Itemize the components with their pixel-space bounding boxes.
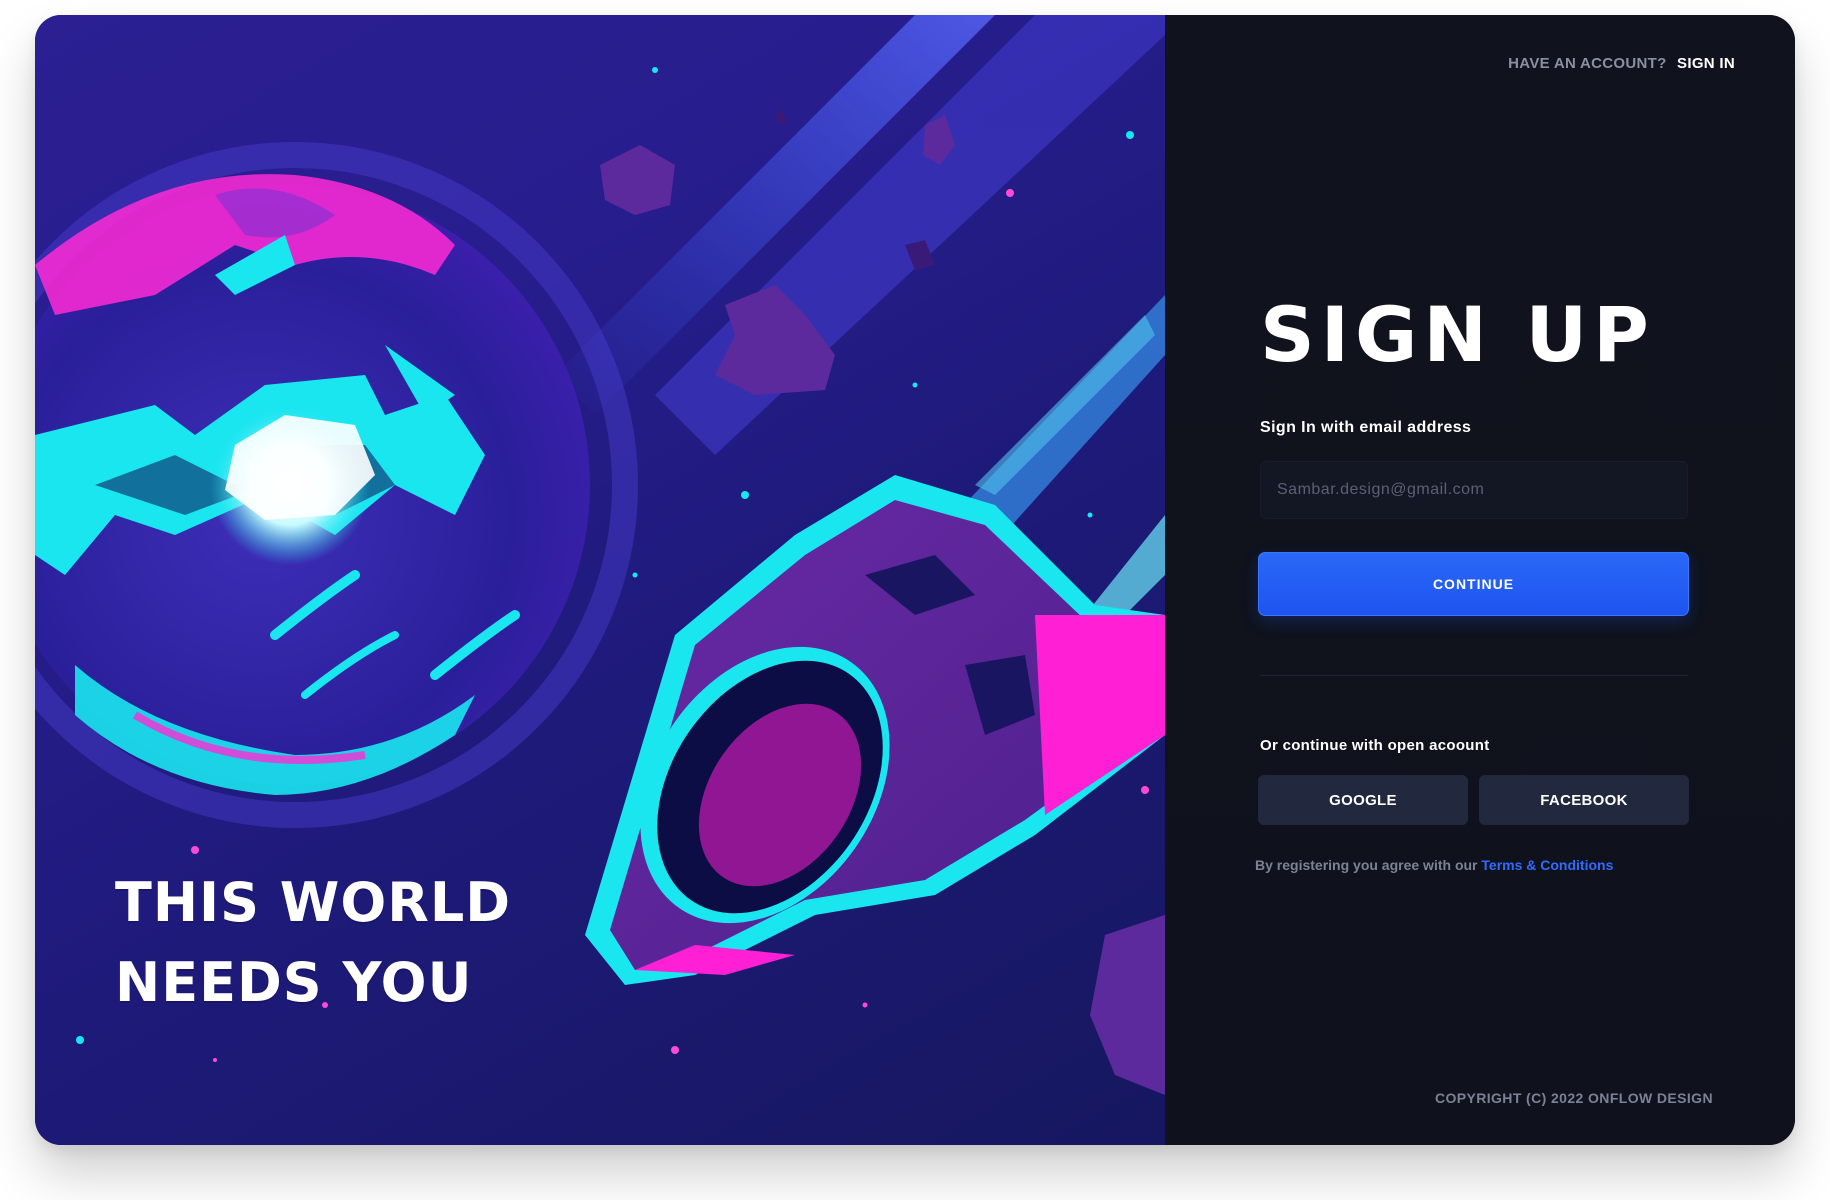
google-button[interactable]: GOOGLE — [1258, 775, 1468, 825]
copyright-text: COPYRIGHT (C) 2022 ONFLOW DESIGN — [1434, 1090, 1713, 1106]
account-prompt: HAVE AN ACCOUNT? SIGN IN — [1508, 55, 1735, 72]
hero-tagline: THIS WORLD NEEDS YOU — [115, 863, 511, 1023]
sign-in-link[interactable]: SIGN IN — [1677, 55, 1735, 72]
hero-illustration: THIS WORLD NEEDS YOU — [35, 15, 1165, 1145]
social-login-label: Or continue with open acoount — [1260, 737, 1490, 754]
email-field[interactable] — [1260, 461, 1688, 519]
tagline-line-2: NEEDS YOU — [115, 951, 473, 1014]
tagline-line-1: THIS WORLD — [115, 871, 512, 934]
have-account-text: HAVE AN ACCOUNT? — [1508, 55, 1667, 72]
page-title: SIGN UP — [1260, 290, 1655, 379]
facebook-button[interactable]: FACEBOOK — [1479, 775, 1689, 825]
divider — [1260, 675, 1688, 676]
continue-button[interactable]: CONTINUE — [1258, 552, 1689, 616]
spaceship-icon — [585, 475, 1165, 985]
email-label: Sign In with email address — [1260, 419, 1472, 436]
signup-panel: HAVE AN ACCOUNT? SIGN IN SIGN UP Sign In… — [1165, 15, 1795, 1145]
planet-icon — [35, 174, 590, 795]
signup-card: THIS WORLD NEEDS YOU HAVE AN ACCOUNT? SI… — [35, 15, 1795, 1145]
terms-prefix: By registering you agree with our — [1255, 857, 1478, 873]
terms-link[interactable]: Terms & Conditions — [1481, 857, 1613, 873]
terms-notice: By registering you agree with our Terms … — [1255, 857, 1613, 873]
